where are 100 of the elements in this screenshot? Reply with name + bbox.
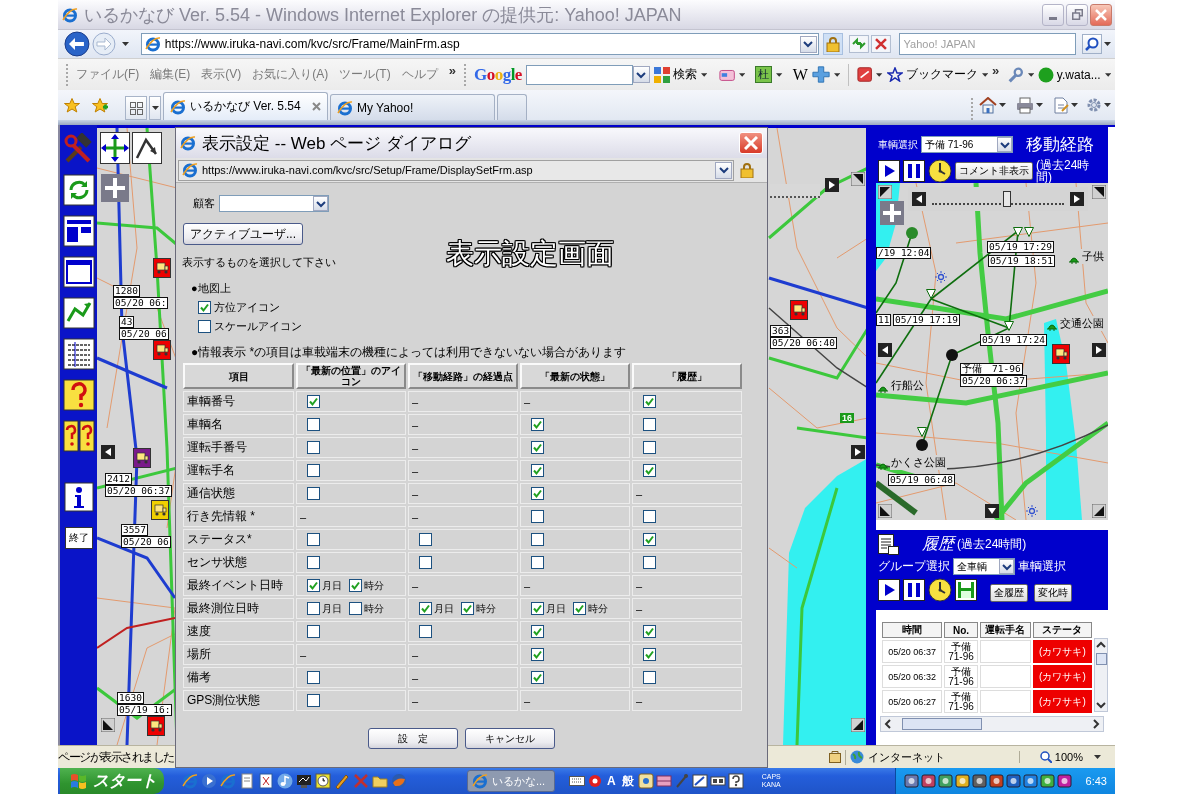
search-button[interactable]	[1082, 34, 1102, 54]
document-icon[interactable]	[239, 773, 255, 789]
checkbox[interactable]	[307, 556, 320, 569]
checkbox[interactable]	[531, 648, 544, 661]
restore-button[interactable]	[1066, 3, 1088, 26]
menu-item[interactable]: お気に入り(A)	[252, 66, 329, 83]
star-icon[interactable]	[64, 97, 80, 113]
corner-arrow-icon[interactable]	[878, 185, 892, 199]
group-select[interactable]: 全車輌	[953, 558, 1015, 575]
pen-icon[interactable]	[334, 773, 350, 789]
menu-item[interactable]: ヘルプ	[401, 66, 438, 83]
refresh-icon[interactable]	[62, 174, 95, 206]
page-cross-icon[interactable]	[258, 773, 274, 789]
caret-icon[interactable]	[1104, 42, 1111, 46]
checkbox[interactable]	[643, 418, 656, 431]
folder-icon[interactable]	[372, 773, 388, 789]
checkbox[interactable]	[531, 602, 544, 615]
square-icon[interactable]	[857, 66, 873, 83]
tray-app-icon[interactable]	[937, 773, 953, 789]
checkbox[interactable]	[419, 625, 432, 638]
pad-icon[interactable]	[691, 773, 708, 789]
browser-icon[interactable]	[220, 773, 236, 789]
keyboard-icon[interactable]	[569, 773, 585, 789]
checkbox[interactable]	[531, 441, 544, 454]
ring-icon[interactable]	[587, 773, 603, 789]
zoom-button[interactable]: 100%	[1018, 751, 1101, 763]
cancel-button[interactable]: キャンセル	[465, 728, 555, 749]
music-note-icon[interactable]	[277, 773, 293, 789]
checkbox[interactable]	[307, 533, 320, 546]
caret-icon[interactable]	[700, 72, 707, 77]
checkbox[interactable]	[307, 487, 320, 500]
customer-select[interactable]	[219, 195, 329, 212]
menu-item[interactable]: 表示(V)	[201, 66, 242, 83]
tab-list-button[interactable]	[149, 96, 161, 120]
overflow-button[interactable]: »	[448, 63, 456, 78]
info-icon[interactable]	[63, 482, 94, 512]
checkbox[interactable]	[531, 625, 544, 638]
checkbox[interactable]	[531, 418, 544, 431]
card-icon[interactable]	[718, 67, 736, 82]
checkbox[interactable]	[349, 579, 362, 592]
checkbox[interactable]	[198, 301, 211, 314]
tray-app-icon[interactable]	[971, 773, 987, 789]
caret-icon[interactable]	[1036, 103, 1043, 107]
caret-icon[interactable]	[876, 72, 883, 77]
browser-tab[interactable]: My Yahoo!	[330, 94, 495, 120]
truck-marker-icon[interactable]	[153, 258, 171, 278]
play-icon[interactable]	[878, 160, 900, 182]
dropdown-button[interactable]	[715, 161, 732, 179]
printer-icon[interactable]	[1016, 96, 1034, 114]
checkbox[interactable]	[307, 395, 320, 408]
vehicle-select[interactable]: 予備 71-96	[921, 136, 1013, 153]
corner-arrow-icon[interactable]	[851, 172, 865, 186]
truck-marker-icon[interactable]	[133, 448, 151, 468]
tray-app-icon[interactable]	[988, 773, 1004, 789]
active-user-button[interactable]: アクティブユーザ...	[183, 223, 303, 245]
filter-button[interactable]: 全履歴	[990, 584, 1028, 602]
checkbox[interactable]	[307, 625, 320, 638]
dictionary-button[interactable]: 杜	[755, 66, 773, 83]
checkbox[interactable]	[461, 602, 474, 615]
window-icon[interactable]	[62, 256, 95, 288]
clock-icon[interactable]	[928, 578, 952, 602]
checkbox[interactable]	[419, 533, 432, 546]
browser-tab[interactable]: いるかなび Ver. 5.54	[163, 92, 328, 120]
caret-icon[interactable]	[981, 72, 989, 77]
checkbox[interactable]	[531, 533, 544, 546]
browser-icon[interactable]	[182, 773, 198, 789]
checkbox[interactable]	[531, 510, 544, 523]
play-icon[interactable]	[201, 773, 217, 789]
overflow-button[interactable]: »	[992, 63, 1000, 78]
save-icon[interactable]	[955, 579, 977, 601]
close-button[interactable]	[1090, 3, 1112, 26]
input-mode-button[interactable]: A	[605, 774, 618, 788]
help-icon[interactable]	[62, 379, 95, 411]
bars-icon[interactable]	[655, 773, 672, 789]
checkbox[interactable]	[643, 671, 656, 684]
zoom-in-icon[interactable]	[101, 174, 129, 202]
exit-button[interactable]: 終了	[64, 527, 93, 549]
checkbox[interactable]	[531, 464, 544, 477]
help-icon[interactable]	[727, 773, 744, 789]
checkbox[interactable]	[349, 602, 362, 615]
checkbox[interactable]	[307, 671, 320, 684]
corner-arrow-icon[interactable]	[851, 718, 865, 732]
tray-app-icon[interactable]	[1039, 773, 1055, 789]
set-button[interactable]: 設 定	[368, 728, 458, 749]
checkbox[interactable]	[643, 625, 656, 638]
slider-track[interactable]	[932, 193, 1064, 205]
caret-icon[interactable]	[1071, 103, 1078, 107]
zoom-in-icon[interactable]	[880, 201, 904, 225]
menu-item[interactable]: 編集(E)	[150, 66, 191, 83]
toolbar-search-field[interactable]	[525, 64, 633, 85]
home-icon[interactable]	[979, 96, 997, 114]
address-field[interactable]: https://www.iruka-navi.com/kvc/src/Frame/MainFrm.asp	[140, 33, 819, 55]
truck-marker-icon[interactable]	[153, 340, 171, 360]
route-tool-icon[interactable]	[132, 132, 162, 164]
play-icon[interactable]	[878, 579, 900, 601]
checkbox[interactable]	[307, 602, 320, 615]
scroll-thumb[interactable]	[1095, 653, 1107, 665]
checkbox[interactable]	[643, 648, 656, 661]
checkbox[interactable]	[307, 579, 320, 592]
bookmarks-button[interactable]: ブックマーク	[886, 66, 978, 83]
